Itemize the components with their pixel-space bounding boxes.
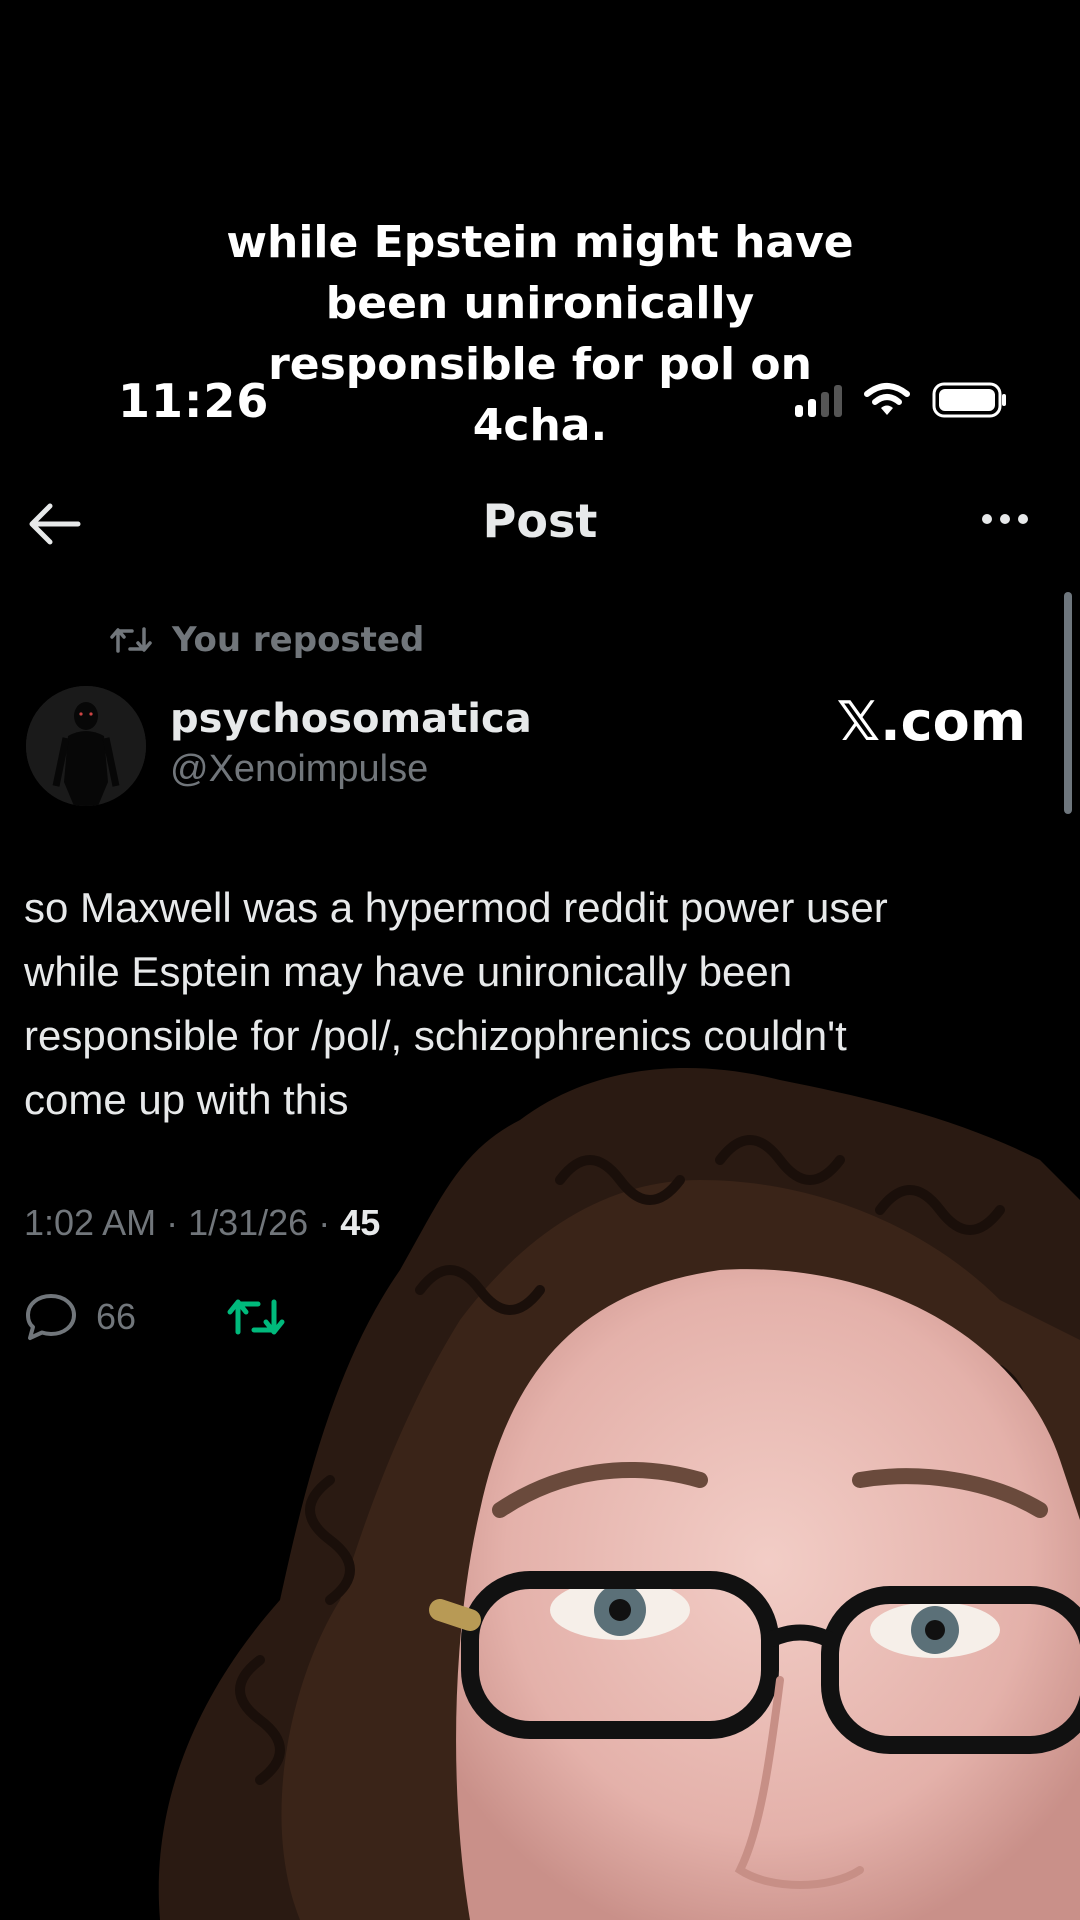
scrollbar[interactable] <box>1064 592 1072 814</box>
author-handle[interactable]: @Xenoimpulse <box>170 748 428 791</box>
more-options-icon[interactable] <box>982 514 1028 524</box>
post-text-line: so Maxwell was a hypermod reddit power u… <box>24 884 888 931</box>
page-title: Post <box>482 494 598 548</box>
post-text-line: while Esptein may have unironically been <box>24 948 793 995</box>
caption-line: been unironically <box>325 278 755 329</box>
repost-label: You reposted <box>172 620 425 660</box>
caption-line: responsible for pol on <box>268 339 812 390</box>
post-header: Post <box>0 488 1080 558</box>
avatar[interactable] <box>26 686 146 806</box>
repost-indicator: You reposted <box>110 620 424 660</box>
caption-line: while Epstein might have <box>226 217 854 268</box>
author-display-name[interactable]: psychosomatica <box>170 696 532 742</box>
creator-video-overlay <box>158 1068 1080 1920</box>
video-caption: while Epstein might have been unironical… <box>0 212 1080 456</box>
caption-line: 4cha. <box>472 400 608 451</box>
repost-icon <box>110 627 152 653</box>
x-com-watermark: 𝕏.com <box>836 690 1026 753</box>
avatar-figure-icon <box>26 686 146 806</box>
